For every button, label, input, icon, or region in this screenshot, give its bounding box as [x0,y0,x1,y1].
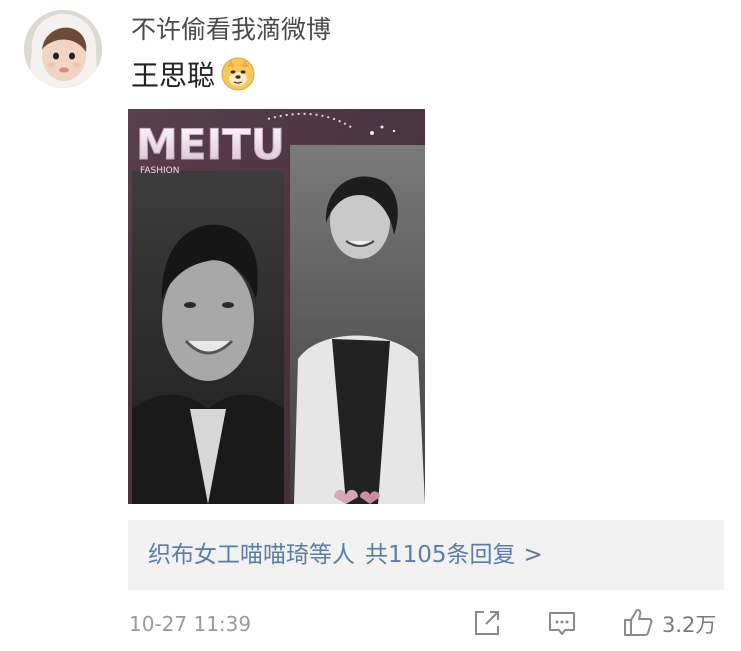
comment-photo[interactable]: MEITU FASHION [128,109,425,504]
comment-icon [547,608,577,638]
view-replies-link[interactable]: 织布女工喵喵琦等人 共1105条回复 > [148,539,543,571]
comment-text: 王思聪 [131,59,216,92]
doge-emoji-icon [221,57,255,91]
replies-box[interactable]: 织布女工喵喵琦等人 共1105条回复 > [128,520,724,590]
avatar[interactable] [24,10,102,88]
reply-arrow: > [523,542,543,568]
thumbs-up-icon [622,606,654,642]
comment-text-row: 王思聪 [131,56,255,92]
share-button[interactable] [472,608,502,640]
meitu-logo: MEITU [136,120,285,169]
like-button[interactable]: 3.2万 [622,606,716,642]
fashion-label: FASHION [140,166,179,176]
timestamp: 10-27 11:39 [129,612,252,636]
like-count: 3.2万 [662,613,717,637]
reply-count: 共1105条回复 [365,542,516,568]
username[interactable]: 不许偷看我滴微博 [131,14,331,46]
share-icon [472,608,502,638]
reply-names: 织布女工喵喵琦等人 [148,542,355,568]
comment-button[interactable] [547,608,577,640]
comment-card: 不许偷看我滴微博 王思聪 MEITU FASHION 织布女工喵喵琦等人 共11… [0,0,741,651]
